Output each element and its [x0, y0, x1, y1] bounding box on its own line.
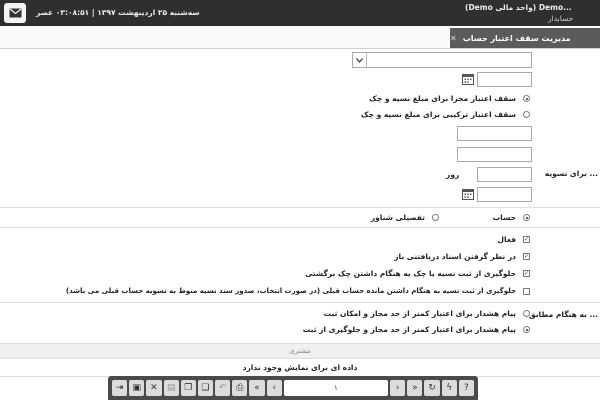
radio-separate-limit[interactable] [523, 95, 530, 102]
checkbox-active[interactable]: ✓ [523, 236, 530, 243]
close-icon[interactable]: ✕ [450, 34, 457, 43]
amount-input-2[interactable] [457, 147, 532, 162]
date-time: سه‌شنبه ۲۵ اردیبهشت ۱۳۹۷ | ۰۳:۰۸:۵۱ عصر [36, 8, 200, 17]
column-customer[interactable]: مشتری [0, 347, 600, 355]
grid-header: مشتری [0, 343, 600, 359]
radio-separate-label: سقف اعتبار مجزا برای مبلغ نسیه و چک [369, 94, 516, 103]
checkbox-block-returned-label: جلوگیری از ثبت نسیه یا چک به هنگام داشتن… [305, 269, 516, 278]
radio-floating-detailed[interactable] [432, 214, 439, 221]
settlement-date-input[interactable] [477, 187, 532, 202]
lightning-icon[interactable]: ϟ [441, 380, 457, 396]
settlement-label: ... برای تسویه [544, 169, 598, 178]
checkbox-block-returned-check[interactable]: ✓ [523, 270, 530, 277]
radio-warn-block-label: پیام هشدار برای اعتبار کمتر از حد مجاز و… [302, 325, 516, 334]
page-number[interactable]: ۱ [283, 380, 389, 396]
date-input[interactable] [477, 72, 532, 87]
empty-message: داده ای برای نمایش وجود ندارد [242, 363, 358, 372]
divider [0, 227, 600, 228]
next-page-icon[interactable]: › [390, 380, 406, 396]
save-disk-icon[interactable]: ▤ [163, 380, 179, 396]
save-icon[interactable]: ▣ [129, 380, 145, 396]
days-suffix: روز [446, 170, 460, 179]
checkbox-block-balance[interactable] [523, 288, 530, 295]
tab-title: مدیریت سقف اعتبار حساب [462, 33, 571, 43]
mail-button[interactable] [4, 3, 26, 23]
match-label: ... به هنگام مطابق [528, 310, 598, 319]
checkbox-received-docs-label: در نظر گرفتن اسناد دریافتنی باز [394, 252, 516, 261]
prev-page-icon[interactable]: ‹ [266, 380, 282, 396]
chevron-down-icon[interactable] [353, 53, 367, 67]
calendar-icon[interactable] [462, 73, 474, 87]
divider [0, 207, 600, 208]
radio-account[interactable] [523, 214, 530, 221]
user-name: ...Demo (واحد مالی Demo) [465, 3, 572, 12]
undo-icon[interactable]: ↶ [215, 380, 231, 396]
paste-icon[interactable]: ❏ [197, 380, 214, 396]
days-input[interactable] [477, 167, 532, 182]
radio-floating-detailed-label: تفصیلی شناور [370, 213, 425, 222]
top-bar: سه‌شنبه ۲۵ اردیبهشت ۱۳۹۷ | ۰۳:۰۸:۵۱ عصر … [0, 0, 600, 26]
refresh-icon[interactable]: ↻ [424, 380, 440, 396]
print-icon[interactable]: ⎙ [232, 380, 248, 396]
checkbox-block-balance-label: جلوگیری از ثبت نسیه به هنگام داشتن مانده… [65, 287, 516, 295]
help-icon[interactable]: ? [458, 380, 474, 396]
radio-warn-allow-label: پیام هشدار برای اعتبار کمتر از حد مجاز و… [323, 309, 516, 318]
checkbox-active-label: فعال [497, 235, 516, 244]
amount-input-1[interactable] [457, 126, 532, 141]
tab-credit-limit[interactable]: مدیریت سقف اعتبار حساب ✕ [450, 28, 600, 48]
grid-body: داده ای برای نمایش وجود ندارد [0, 360, 600, 377]
user-role: حسابدار [548, 14, 574, 23]
radio-combined-label: سقف اعتبار ترکیبی برای مبلغ نسیه و چک [360, 110, 516, 119]
exit-icon[interactable]: ⇥ [112, 380, 128, 396]
bottom-toolbar: ⇥ ▣ ✕ ▤ ❐ ❏ ↶ ⎙ « ‹ ۱ › » ↻ ϟ ? [108, 376, 478, 400]
mail-icon [9, 8, 21, 18]
radio-account-label: حساب [492, 213, 516, 222]
calendar-icon[interactable] [462, 188, 474, 202]
radio-combined-limit[interactable] [523, 111, 530, 118]
account-select[interactable] [352, 52, 532, 68]
radio-warn-block[interactable] [523, 326, 530, 333]
radio-warn-allow[interactable] [523, 310, 530, 317]
last-page-icon[interactable]: » [407, 380, 423, 396]
copy-icon[interactable]: ❐ [180, 380, 196, 396]
cancel-icon[interactable]: ✕ [146, 380, 162, 396]
first-page-icon[interactable]: « [249, 380, 265, 396]
divider [0, 302, 600, 303]
checkbox-received-docs[interactable]: ✓ [523, 253, 530, 260]
